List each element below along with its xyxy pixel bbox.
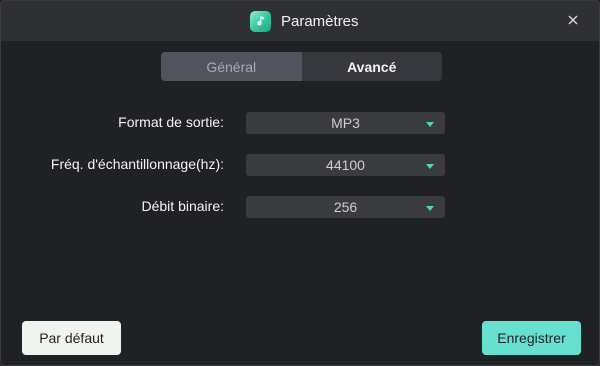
close-icon xyxy=(568,15,578,25)
bitrate-select[interactable]: 256 xyxy=(246,196,445,218)
chevron-down-icon xyxy=(426,164,434,169)
chevron-down-icon xyxy=(426,122,434,127)
tab-general[interactable]: Général xyxy=(161,52,302,81)
default-button[interactable]: Par défaut xyxy=(22,321,121,355)
close-button[interactable] xyxy=(565,12,581,28)
bitrate-label: Débit binaire: xyxy=(141,198,225,214)
sample-rate-value: 44100 xyxy=(326,157,365,173)
chevron-down-icon xyxy=(426,206,434,211)
bitrate-value: 256 xyxy=(333,199,358,215)
save-button[interactable]: Enregistrer xyxy=(482,321,581,355)
music-note-icon xyxy=(250,10,271,32)
format-value: MP3 xyxy=(331,115,360,131)
title-group: Paramètres xyxy=(250,10,359,32)
sample-rate-label: Fréq. d'échantillonnage(hz): xyxy=(50,156,224,172)
tab-advanced[interactable]: Avancé xyxy=(302,52,443,81)
settings-tabs: Général Avancé xyxy=(161,52,442,81)
sample-rate-select[interactable]: 44100 xyxy=(246,154,445,176)
format-label: Format de sortie: xyxy=(118,114,224,130)
format-select[interactable]: MP3 xyxy=(246,112,445,134)
title-bar: Paramètres xyxy=(1,1,599,41)
settings-dialog: Paramètres Général Avancé Format de sort… xyxy=(0,0,600,366)
window-title: Paramètres xyxy=(281,12,359,30)
